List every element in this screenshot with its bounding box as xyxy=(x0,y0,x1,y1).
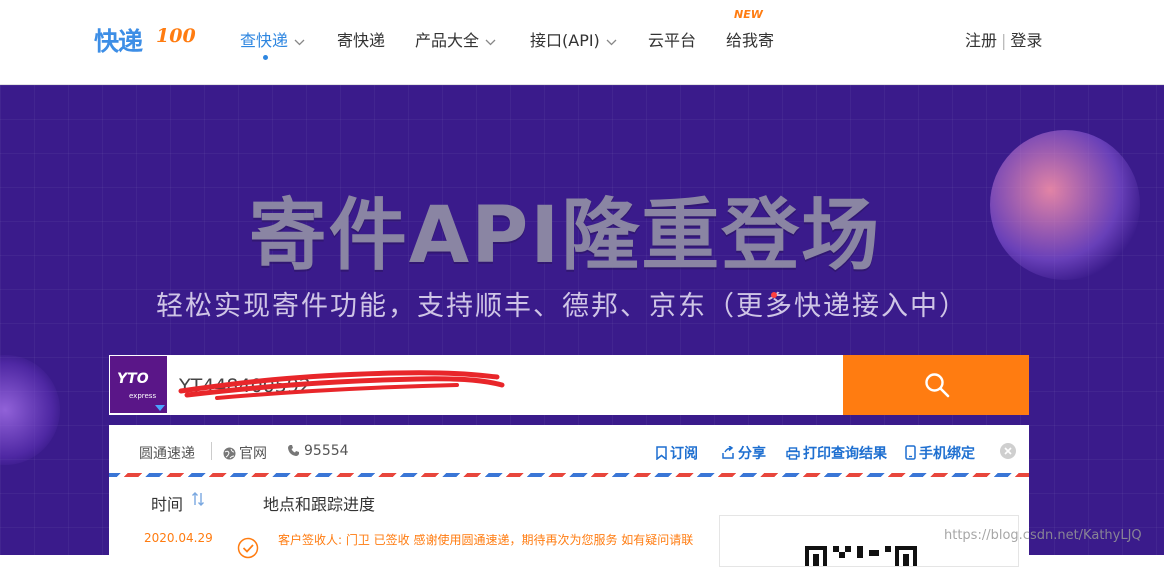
check-circle-icon xyxy=(237,537,259,559)
phone-number: 95554 xyxy=(304,443,349,459)
carrier-name: 圆通速递 xyxy=(139,446,195,462)
auth-separator: | xyxy=(1001,31,1007,50)
carrier-selector[interactable]: YTO express xyxy=(110,356,167,413)
chevron-down-icon xyxy=(294,38,305,46)
auth-links: 注册 | 登录 xyxy=(965,27,1042,51)
print-icon xyxy=(786,447,800,460)
nav-send-to-me[interactable]: 给我寄 xyxy=(726,27,774,51)
chevron-down-icon xyxy=(485,38,496,46)
qr-code-icon xyxy=(805,546,917,566)
column-header-progress: 地点和跟踪进度 xyxy=(263,495,376,514)
carrier-info-bar: 圆通速递 官网 95554 订阅 分享 打印查询结果 手机绑定 xyxy=(109,425,1029,475)
sort-icon[interactable] xyxy=(191,491,205,511)
share-icon xyxy=(722,445,734,459)
tracking-search-bar: YTO express xyxy=(109,355,1029,417)
nav-label: 云平台 xyxy=(648,31,697,50)
nav-label: 接口(API) xyxy=(530,31,600,50)
bookmark-icon xyxy=(656,446,667,461)
hero-subtitle: 轻松实现寄件功能，支持顺丰、德邦、京东（更多快递接入中） xyxy=(156,291,968,322)
nav-label: 查快递 xyxy=(240,31,289,50)
chevron-down-icon xyxy=(606,38,617,46)
official-site-label: 官网 xyxy=(239,446,267,462)
watermark: https://blog.csdn.net/KathyLJQ xyxy=(944,528,1142,543)
print-results-button[interactable]: 打印查询结果 xyxy=(786,443,887,463)
nav-products[interactable]: 产品大全 xyxy=(415,27,496,51)
official-site-link[interactable]: 官网 xyxy=(223,443,267,463)
carrier-logo-sub: express xyxy=(129,392,157,400)
top-header: 快递 100 查快递 寄快递 产品大全 接口(API) 云平台 给我寄 NEW … xyxy=(0,0,1164,85)
register-link[interactable]: 注册 xyxy=(965,31,997,50)
logo-text: 快递 xyxy=(94,27,143,56)
dropdown-triangle-icon xyxy=(155,405,165,411)
decorative-orb-left xyxy=(0,355,60,465)
search-icon xyxy=(925,373,950,398)
carrier-phone: 95554 xyxy=(287,443,349,459)
nav-label: 寄快递 xyxy=(337,31,386,50)
row-date: 2020.04.29 xyxy=(144,531,213,545)
share-label: 分享 xyxy=(738,446,766,462)
bind-phone-button[interactable]: 手机绑定 xyxy=(905,443,975,463)
carrier-logo-text: YTO xyxy=(117,371,149,387)
subscribe-label: 订阅 xyxy=(670,446,698,462)
close-icon xyxy=(1004,447,1012,455)
column-header-time: 时间 xyxy=(151,495,184,514)
mobile-icon xyxy=(905,445,916,460)
hero-title: 寄件API隆重登场 xyxy=(248,191,882,281)
login-link[interactable]: 登录 xyxy=(1010,31,1042,50)
nav-cloud-platform[interactable]: 云平台 xyxy=(648,27,696,51)
nav-api[interactable]: 接口(API) xyxy=(530,27,617,51)
globe-icon xyxy=(223,447,236,460)
airmail-border xyxy=(109,473,1029,477)
print-label: 打印查询结果 xyxy=(803,446,887,462)
logo-number: 100 xyxy=(156,25,196,47)
bind-phone-label: 手机绑定 xyxy=(919,446,975,462)
divider xyxy=(211,442,212,460)
search-button[interactable] xyxy=(843,355,1029,415)
nav-label: 给我寄 xyxy=(726,31,775,50)
nav-active-indicator xyxy=(263,55,268,60)
nav-label: 产品大全 xyxy=(415,31,480,50)
row-status-text: 客户签收人: 门卫 已签收 感谢使用圆通速递，期待再次为您服务 如有疑问请联 xyxy=(278,533,694,547)
tracking-result-card: 圆通速递 官网 95554 订阅 分享 打印查询结果 手机绑定 时间 地点和跟踪… xyxy=(109,425,1029,567)
share-button[interactable]: 分享 xyxy=(721,443,766,463)
nav-send-express[interactable]: 寄快递 xyxy=(337,27,385,51)
subscribe-button[interactable]: 订阅 xyxy=(656,443,698,463)
nav-query-express[interactable]: 查快递 xyxy=(240,27,305,51)
close-button[interactable] xyxy=(1000,443,1016,459)
decorative-dot xyxy=(771,292,777,298)
new-badge: NEW xyxy=(734,8,763,21)
tracking-number-input[interactable] xyxy=(169,355,853,417)
phone-icon xyxy=(288,445,299,456)
